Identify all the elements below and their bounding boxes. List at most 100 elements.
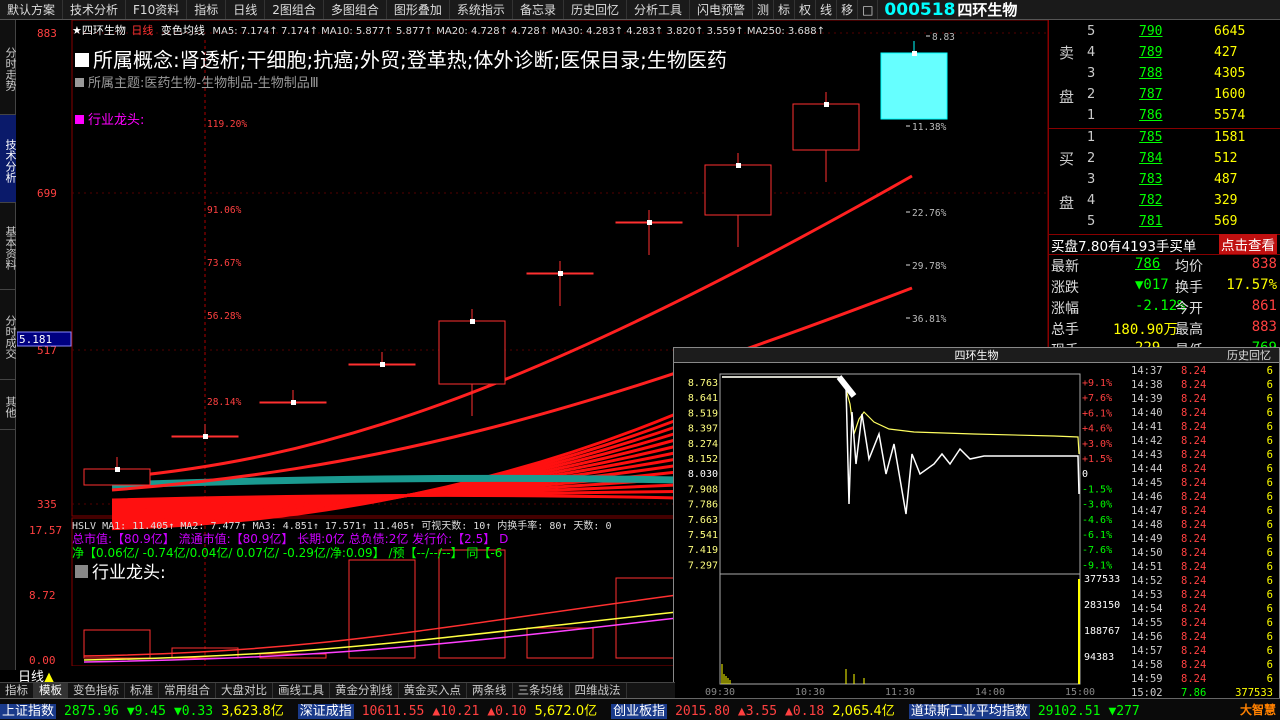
- popup-title: 四环生物: [954, 349, 999, 362]
- tick-volume: 6: [1266, 533, 1273, 545]
- bottom-tab-3[interactable]: 标准: [125, 683, 159, 698]
- sell-level-row[interactable]: 3 788 4305: [1049, 64, 1280, 85]
- bid-view-button[interactable]: 点击查看: [1219, 234, 1277, 254]
- candle-body[interactable]: [438, 320, 506, 385]
- candle-body[interactable]: [880, 52, 948, 120]
- tick-row[interactable]: 14:47 8.24 6: [1129, 505, 1279, 519]
- tick-row[interactable]: 14:41 8.24 6: [1129, 421, 1279, 435]
- tick-row[interactable]: 14:39 8.24 6: [1129, 393, 1279, 407]
- tick-row[interactable]: 14:38 8.24 6: [1129, 379, 1279, 393]
- menu-flash-alert[interactable]: 闪电预警: [690, 0, 753, 19]
- index-ticker[interactable]: 创业板指 2015.80 ▲3.55 ▲0.18 2,065.4亿: [611, 700, 903, 719]
- menu-multichart[interactable]: 多图组合: [324, 0, 387, 19]
- menu-f10[interactable]: F10资料: [126, 0, 188, 19]
- buy-level-row[interactable]: 5 781 569: [1049, 212, 1280, 233]
- bottom-tab-11[interactable]: 四维战法: [570, 683, 627, 698]
- tick-row[interactable]: 14:55 8.24 6: [1129, 617, 1279, 631]
- sell-level-row[interactable]: 1 786 5574: [1049, 106, 1280, 127]
- menu-indicator[interactable]: 指标: [187, 0, 227, 19]
- bottom-tab-2[interactable]: 变色指标: [68, 683, 125, 698]
- tick-row[interactable]: 14:37 8.24 6: [1129, 365, 1279, 379]
- pct-axis-label: +6.1%: [1082, 408, 1112, 419]
- tick-row[interactable]: 14:44 8.24 6: [1129, 463, 1279, 477]
- tick-row[interactable]: 14:59 8.24 6: [1129, 673, 1279, 687]
- volume-bar[interactable]: [83, 629, 151, 659]
- menu-system-hint[interactable]: 系统指示: [450, 0, 513, 19]
- history-recall-button[interactable]: 历史回忆: [1227, 348, 1271, 363]
- tick-row[interactable]: 14:49 8.24 6: [1129, 533, 1279, 547]
- buy-level-row[interactable]: 4 782 329: [1049, 191, 1280, 212]
- bottom-tab-9[interactable]: 两条线: [467, 683, 513, 698]
- menu-memo[interactable]: 备忘录: [513, 0, 564, 19]
- close-icon[interactable]: □: [858, 0, 879, 19]
- tick-time: 14:54: [1131, 603, 1163, 615]
- bottom-tab-8[interactable]: 黄金买入点: [399, 683, 467, 698]
- menu-line[interactable]: 线: [816, 0, 838, 19]
- index-ticker[interactable]: 深证成指 10611.55 ▲10.21 ▲0.10 5,672.0亿: [297, 700, 605, 719]
- bottom-tab-7[interactable]: 黄金分割线: [330, 683, 399, 698]
- tick-row[interactable]: 14:52 8.24 6: [1129, 575, 1279, 589]
- candle-body[interactable]: [704, 164, 772, 216]
- menu-rights[interactable]: 权: [795, 0, 817, 19]
- bottom-tab-0[interactable]: 指标: [0, 683, 34, 698]
- left-tab-0[interactable]: 分时走势: [0, 20, 17, 115]
- tick-volume: 6: [1266, 365, 1273, 377]
- tick-price: 8.24: [1181, 673, 1207, 685]
- left-tab-4[interactable]: 其他: [0, 380, 17, 430]
- tick-row[interactable]: 14:40 8.24 6: [1129, 407, 1279, 421]
- tick-row[interactable]: 14:42 8.24 6: [1129, 435, 1279, 449]
- sell-level-row[interactable]: 2 787 1600: [1049, 85, 1280, 106]
- menu-measure[interactable]: 测: [753, 0, 775, 19]
- bottom-tab-4[interactable]: 常用组合: [159, 683, 216, 698]
- sell-volume: 427: [1214, 45, 1238, 60]
- tick-row[interactable]: 14:45 8.24 6: [1129, 477, 1279, 491]
- left-tab-3[interactable]: 分时成交: [0, 290, 17, 380]
- tick-row[interactable]: 14:53 8.24 6: [1129, 589, 1279, 603]
- menu-overlay[interactable]: 图形叠加: [387, 0, 450, 19]
- menu-daily[interactable]: 日线: [226, 0, 266, 19]
- menu-2chart[interactable]: 2图组合: [265, 0, 324, 19]
- cursor-value: 5.181: [19, 333, 52, 346]
- tick-row[interactable]: 14:43 8.24 6: [1129, 449, 1279, 463]
- candle-marker: [291, 400, 296, 405]
- menu-mark[interactable]: 标: [774, 0, 796, 19]
- tick-row[interactable]: 14:54 8.24 6: [1129, 603, 1279, 617]
- menu-analysis-tools[interactable]: 分析工具: [627, 0, 690, 19]
- index-ticker[interactable]: 上证指数 2875.96 ▼9.45 ▼0.33 3,623.8亿: [0, 700, 292, 719]
- menu-default-scheme[interactable]: 默认方案: [0, 0, 64, 19]
- bottom-tab-1[interactable]: 模板: [34, 683, 68, 698]
- stat-value: 883: [1251, 319, 1277, 335]
- tick-row[interactable]: 14:51 8.24 6: [1129, 561, 1279, 575]
- tick-time: 14:45: [1131, 477, 1163, 489]
- buy-level-row[interactable]: 3 783 487: [1049, 170, 1280, 191]
- left-tab-1[interactable]: 技术分析: [0, 115, 17, 203]
- tick-row[interactable]: 14:58 8.24 6: [1129, 659, 1279, 673]
- volume-bar[interactable]: [526, 627, 594, 659]
- price-axis-label: 7.541: [688, 530, 718, 541]
- tick-row[interactable]: 14:56 8.24 6: [1129, 631, 1279, 645]
- index-amount: 5,672.0亿: [534, 704, 598, 719]
- sell-level-row[interactable]: 5 790 6645: [1049, 22, 1280, 43]
- volume-bar[interactable]: [438, 549, 506, 659]
- bottom-tab-10[interactable]: 三条均线: [513, 683, 570, 698]
- buy-level-row[interactable]: 2 784 512: [1049, 149, 1280, 170]
- index-ticker[interactable]: 道琼斯工业平均指数 29102.51 ▼277: [908, 700, 1148, 719]
- intraday-chart[interactable]: 8.763 +9.1% 8.641 +7.6% 8.519 +6.1% 8.397 +4.6%…: [674, 364, 1129, 700]
- menu-move[interactable]: 移: [837, 0, 859, 19]
- popup-titlebar[interactable]: 四环生物 历史回忆: [674, 348, 1279, 363]
- tick-time: 14:56: [1131, 631, 1163, 643]
- bottom-tab-6[interactable]: 画线工具: [273, 683, 330, 698]
- left-tab-2[interactable]: 基本资料: [0, 203, 17, 290]
- candle-body[interactable]: [792, 103, 860, 151]
- menu-history[interactable]: 历史回忆: [564, 0, 627, 19]
- intraday-popup[interactable]: 四环生物 历史回忆 8.763 +9.1% 8.641 +7.6% 8.519 +6.1%…: [673, 347, 1280, 700]
- tick-row[interactable]: 14:50 8.24 6: [1129, 547, 1279, 561]
- tick-row[interactable]: 14:57 8.24 6: [1129, 645, 1279, 659]
- tick-row[interactable]: 14:48 8.24 6: [1129, 519, 1279, 533]
- buy-level-row[interactable]: 1 785 1581: [1049, 128, 1280, 149]
- bottom-tab-5[interactable]: 大盘对比: [216, 683, 273, 698]
- sell-level-row[interactable]: 4 789 427: [1049, 43, 1280, 64]
- price-axis-label: 8.152: [688, 454, 718, 465]
- menu-tech-analysis[interactable]: 技术分析: [63, 0, 127, 19]
- tick-row[interactable]: 14:46 8.24 6: [1129, 491, 1279, 505]
